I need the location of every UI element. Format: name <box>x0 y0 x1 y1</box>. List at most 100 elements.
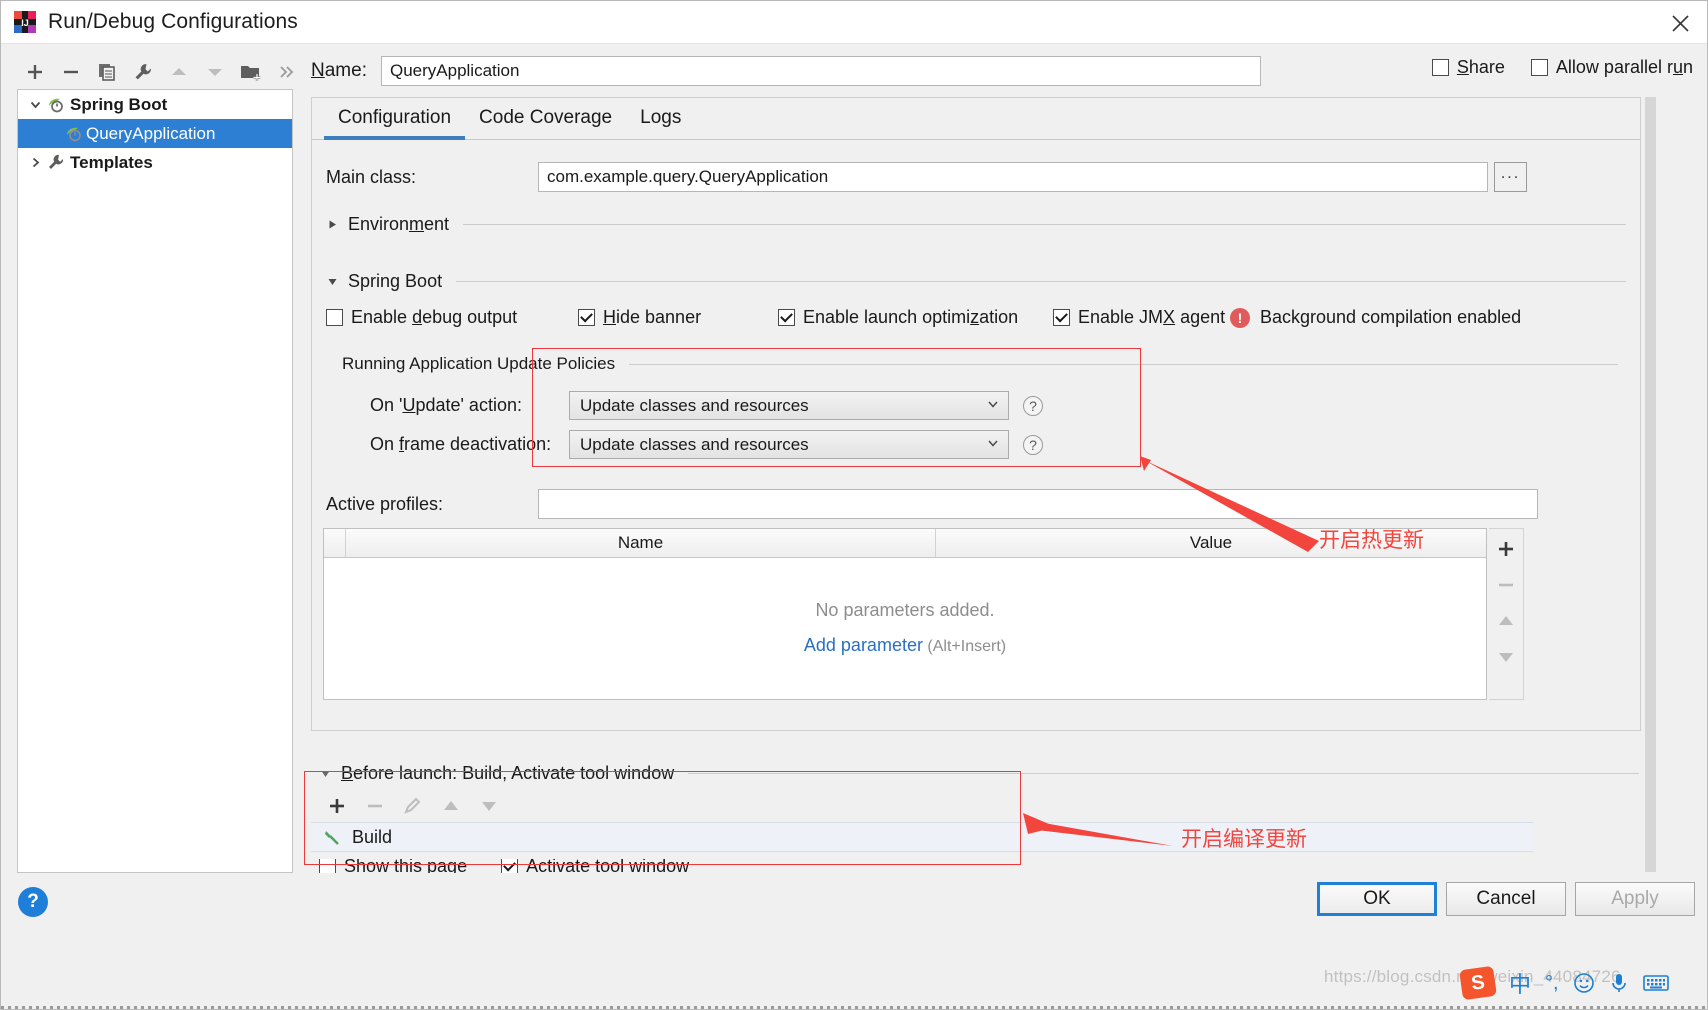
activate-tool-window-checkbox[interactable]: Activate tool window <box>501 859 689 873</box>
triangle-right-icon[interactable] <box>326 218 340 232</box>
voice-input-icon[interactable] <box>1609 972 1629 994</box>
name-label: Name: <box>311 60 367 81</box>
move-down-button[interactable] <box>197 56 233 88</box>
enable-jmx-agent-checkbox[interactable]: Enable JMX agent <box>1053 307 1230 328</box>
before-launch-bottom-checkboxes: Show this page Activate tool window <box>319 859 689 873</box>
activate-tool-window-label: Activate tool window <box>526 859 690 873</box>
main-vertical-scrollbar[interactable] <box>1643 97 1658 877</box>
remove-task-button[interactable] <box>357 792 393 820</box>
on-frame-deactivation-value: Update classes and resources <box>580 434 809 454</box>
remove-configuration-button[interactable] <box>53 56 89 88</box>
emoji-icon[interactable] <box>1573 972 1595 994</box>
before-launch-toolbar <box>319 791 507 821</box>
move-up-button[interactable] <box>161 56 197 88</box>
apply-button[interactable]: Apply <box>1575 882 1695 916</box>
tree-item-queryapplication[interactable]: QueryApplication <box>18 119 292 148</box>
before-launch-header[interactable]: Before launch: Build, Activate tool wind… <box>319 763 1639 784</box>
copy-configuration-button[interactable] <box>89 56 125 88</box>
scrollbar-thumb[interactable] <box>1645 97 1656 872</box>
checkbox-box <box>1431 59 1449 76</box>
override-parameters-side-buttons <box>1489 528 1524 700</box>
override-parameters-table[interactable]: Name Value No parameters added. Add para… <box>323 528 1487 700</box>
before-launch-task-list[interactable]: Build <box>311 822 1533 852</box>
move-parameter-up-button[interactable] <box>1493 609 1519 633</box>
move-task-up-button[interactable] <box>433 792 469 820</box>
tab-logs[interactable]: Logs <box>626 101 695 139</box>
table-header-value[interactable]: Value <box>936 529 1486 557</box>
move-parameter-down-button[interactable] <box>1493 645 1519 669</box>
help-button[interactable]: ? <box>18 887 48 917</box>
close-icon[interactable] <box>1661 6 1699 40</box>
on-update-action-label: On 'Update' action: <box>370 395 522 415</box>
chevron-down-icon[interactable] <box>24 95 46 115</box>
active-profiles-row: Active profiles: <box>326 489 1626 519</box>
name-row: Name: <box>311 53 1261 89</box>
add-parameter-row: Add parameter (Alt+Insert) <box>804 635 1006 656</box>
enable-launch-optimization-checkbox[interactable]: Enable launch optimization <box>778 307 1053 328</box>
punctuation-mode-icon[interactable]: °, <box>1545 972 1559 995</box>
environment-section-header[interactable]: Environment <box>326 214 1626 235</box>
active-profiles-input[interactable] <box>538 489 1538 519</box>
tab-code-coverage[interactable]: Code Coverage <box>465 101 626 139</box>
table-header-name[interactable]: Name <box>346 529 936 557</box>
no-parameters-text: No parameters added. <box>815 600 995 620</box>
window-title: Run/Debug Configurations <box>48 10 298 33</box>
main-class-label: Main class: <box>326 166 417 187</box>
ok-button[interactable]: OK <box>1317 882 1437 916</box>
on-frame-deactivation-dropdown[interactable]: Update classes and resources <box>569 430 1009 459</box>
edit-task-button[interactable] <box>395 792 431 820</box>
tab-bar: Configuration Code Coverage Logs <box>312 98 1640 140</box>
show-this-page-checkbox[interactable]: Show this page <box>319 859 467 873</box>
enable-debug-output-checkbox[interactable]: Enable debug output <box>326 307 578 328</box>
share-checkbox[interactable]: Share <box>1431 57 1505 78</box>
on-frame-deactivation-row: On frame deactivation: Update classes an… <box>370 430 1626 459</box>
svg-text:IJ: IJ <box>21 18 29 28</box>
checkbox-box <box>1530 59 1548 76</box>
before-launch-title: Before launch: Build, Activate tool wind… <box>341 763 675 783</box>
main-class-input[interactable] <box>538 162 1488 192</box>
add-task-button[interactable] <box>319 792 355 820</box>
chevron-right-icon[interactable] <box>24 153 46 173</box>
ime-toolbar: S 中 °, <box>1459 965 1669 1001</box>
on-update-action-help-icon[interactable]: ? <box>1023 395 1043 416</box>
new-folder-button[interactable] <box>233 56 269 88</box>
configurations-tree[interactable]: Spring Boot QueryApplication Templates <box>17 89 293 873</box>
chinese-mode-icon[interactable]: 中 <box>1509 967 1531 999</box>
tree-item-templates[interactable]: Templates <box>18 148 292 177</box>
build-hammer-icon <box>323 827 343 847</box>
tree-item-label: Spring Boot <box>70 94 168 114</box>
triangle-down-icon[interactable] <box>319 767 333 781</box>
main-class-browse-button[interactable]: ... <box>1494 162 1527 192</box>
environment-section-title: Environment <box>348 214 450 234</box>
update-policies-title: Running Application Update Policies <box>342 354 616 373</box>
move-task-down-button[interactable] <box>471 792 507 820</box>
error-exclamation-icon: ! <box>1230 307 1250 328</box>
on-frame-deactivation-help-icon[interactable]: ? <box>1023 434 1043 455</box>
name-input[interactable] <box>380 56 1261 86</box>
sogou-logo-icon[interactable]: S <box>1459 965 1497 1001</box>
tree-item-spring-boot[interactable]: Spring Boot <box>18 90 292 119</box>
triangle-down-icon[interactable] <box>326 275 340 289</box>
tab-configuration[interactable]: Configuration <box>324 101 466 140</box>
chevron-down-icon <box>986 435 1000 455</box>
intellij-idea-icon: IJ <box>14 11 36 33</box>
background-compilation-warning-text: Background compilation enabled <box>1260 307 1522 327</box>
hide-banner-checkbox[interactable]: Hide banner <box>578 307 778 328</box>
keyboard-icon[interactable] <box>1642 973 1669 993</box>
add-parameter-link[interactable]: Add parameter <box>804 635 923 655</box>
spring-boot-section-header[interactable]: Spring Boot <box>326 271 1626 292</box>
tree-item-label: Templates <box>70 152 153 172</box>
checkbox-box <box>578 309 595 326</box>
add-parameter-button[interactable] <box>1493 537 1519 561</box>
allow-parallel-run-checkbox[interactable]: Allow parallel run <box>1530 57 1693 78</box>
configurations-toolbar <box>17 53 307 91</box>
on-update-action-dropdown[interactable]: Update classes and resources <box>569 391 1009 420</box>
cancel-button[interactable]: Cancel <box>1446 882 1566 916</box>
more-options-button[interactable] <box>269 56 305 88</box>
share-label: Share <box>1456 57 1505 77</box>
section-divider <box>629 363 1618 365</box>
main-class-row: Main class: ... <box>326 162 1626 192</box>
wrench-icon[interactable] <box>125 56 161 88</box>
add-configuration-button[interactable] <box>17 56 53 88</box>
remove-parameter-button[interactable] <box>1493 573 1519 597</box>
